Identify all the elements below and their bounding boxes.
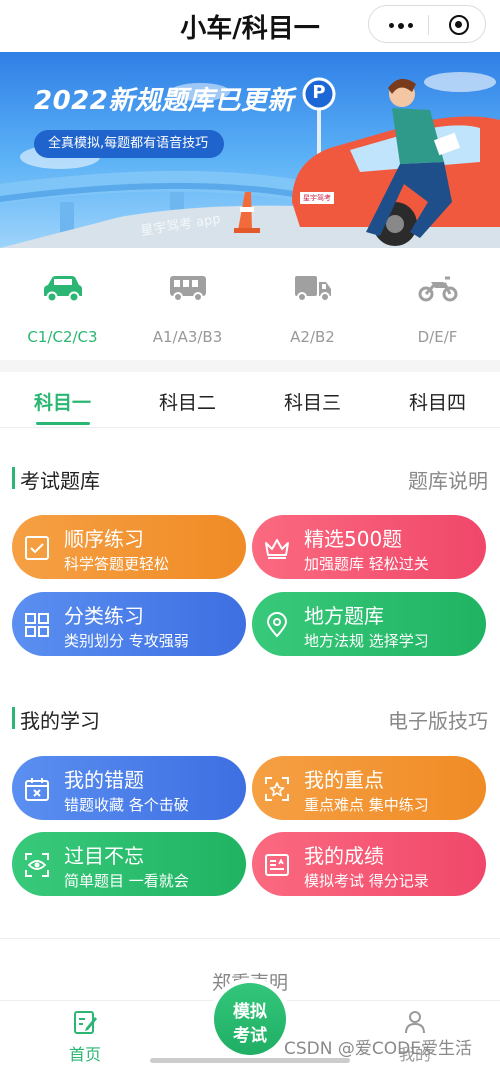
card-subtitle: 类别划分 专攻强弱 [64,632,189,650]
parking-sign-icon: P [312,82,326,103]
card-subtitle: 地方法规 选择学习 [304,632,429,650]
title-bar: 小车/科目一 [0,0,500,50]
question-bank-info-link[interactable]: 题库说明 [408,465,488,494]
tab-subject-three[interactable]: 科目三 [250,388,375,415]
vehicle-label: D/E/F [417,328,458,346]
card-subtitle: 模拟考试 得分记录 [304,872,429,890]
card-subtitle: 简单题目 一看就会 [64,872,189,890]
card-subtitle: 错题收藏 各个击破 [64,796,189,814]
bus-icon [170,276,206,302]
mock-exam-line1: 模拟 [233,1002,267,1022]
checkbox-icon [25,536,49,560]
card-title: 分类练习 [64,604,144,628]
card-title: 精选500题 [304,527,403,551]
card-subtitle: 重点难点 集中练习 [304,796,429,814]
mock-exam-button[interactable]: 模拟 考试 [209,978,291,1060]
card-title: 顺序练习 [64,527,144,551]
location-pin-icon [266,612,288,638]
card-subtitle: 科学答题更轻松 [64,555,170,573]
my-key-points-card[interactable]: 我的重点 重点难点 集中练习 [252,756,486,820]
never-forget-card[interactable]: 过目不忘 简单题目 一看就会 [12,832,246,896]
motorcycle-icon [418,276,458,302]
home-indicator [150,1058,350,1063]
capsule-divider [428,15,429,35]
category-practice-card[interactable]: 分类练习 类别划分 专攻强弱 [12,592,246,656]
tab-subject-four[interactable]: 科目四 [375,388,500,415]
crown-icon [265,539,289,559]
my-scores-card[interactable]: 我的成绩 模拟考试 得分记录 [252,832,486,896]
banner-subtitle: 全真模拟,每题都有语音技巧 [34,130,225,158]
car-plate: 星宇驾考 [303,194,331,202]
vehicle-tab-motorcycle[interactable]: D/E/F [375,262,500,352]
card-subtitle: 加强题库 轻松过关 [304,555,429,573]
nav-label: 首页 [68,1045,101,1064]
vehicle-label: A2/B2 [290,328,335,346]
vehicle-tab-car[interactable]: C1/C2/C3 [0,262,125,352]
card-title: 我的错题 [64,768,144,792]
tab-subject-one[interactable]: 科目一 [0,388,125,415]
more-dots-icon[interactable] [389,22,413,29]
mini-program-capsule [368,5,486,43]
footer-divider [0,938,500,939]
study-section-header: 我的学习 电子版技巧 [12,703,488,733]
mock-exam-button-face: 模拟 考试 [214,983,286,1055]
my-mistakes-card[interactable]: 我的错题 错题收藏 各个击破 [12,756,246,820]
mock-exam-line2: 考试 [233,1026,267,1046]
user-icon [405,1011,425,1034]
app-page: 小车/科目一 2022新规题库已更新 全真模拟,每题都有语音技巧 P 星宇驾考 … [0,0,500,1065]
card-title: 过目不忘 [64,844,144,868]
selected-500-card[interactable]: 精选500题 加强题库 轻松过关 [252,515,486,579]
banner-title: 2022新规题库已更新 [34,86,294,116]
sequential-practice-card[interactable]: 顺序练习 科学答题更轻松 [12,515,246,579]
vehicle-tab-truck[interactable]: A2/B2 [250,262,375,352]
vehicle-category-row: C1/C2/C3 A1/A3/B3 A2/B2 D/E/F [0,250,500,360]
vehicle-label: C1/C2/C3 [27,328,98,346]
car-icon [44,276,82,303]
report-card-icon [265,854,289,876]
edit-note-icon [74,1011,97,1034]
active-tab-indicator [36,422,90,425]
subject-tabs: 科目一 科目二 科目三 科目四 [0,372,500,428]
section-title: 考试题库 [20,469,100,493]
calendar-x-icon [25,778,49,801]
local-question-bank-card[interactable]: 地方题库 地方法规 选择学习 [252,592,486,656]
promo-banner[interactable]: 2022新规题库已更新 全真模拟,每题都有语音技巧 P 星宇驾考 星宇驾考 ap… [0,52,500,248]
truck-icon [295,276,331,302]
card-title: 我的重点 [304,768,384,792]
ebook-tips-link[interactable]: 电子版技巧 [388,705,488,734]
target-circle-icon[interactable] [449,15,469,35]
csdn-watermark: CSDN @爱CODE爱生活 [284,1039,472,1059]
vehicle-tab-bus[interactable]: A1/A3/B3 [125,262,250,352]
card-title: 我的成绩 [304,844,384,868]
section-accent-bar [12,467,15,489]
section-gap [0,360,500,372]
tab-subject-two[interactable]: 科目二 [125,388,250,415]
eye-icon [25,853,49,877]
star-focus-icon [265,777,289,801]
vehicle-label: A1/A3/B3 [152,328,223,346]
section-title: 我的学习 [20,709,100,733]
grid-icon [25,613,49,637]
exam-section-header: 考试题库 题库说明 [12,463,488,493]
section-accent-bar [12,707,15,729]
card-title: 地方题库 [304,604,384,628]
